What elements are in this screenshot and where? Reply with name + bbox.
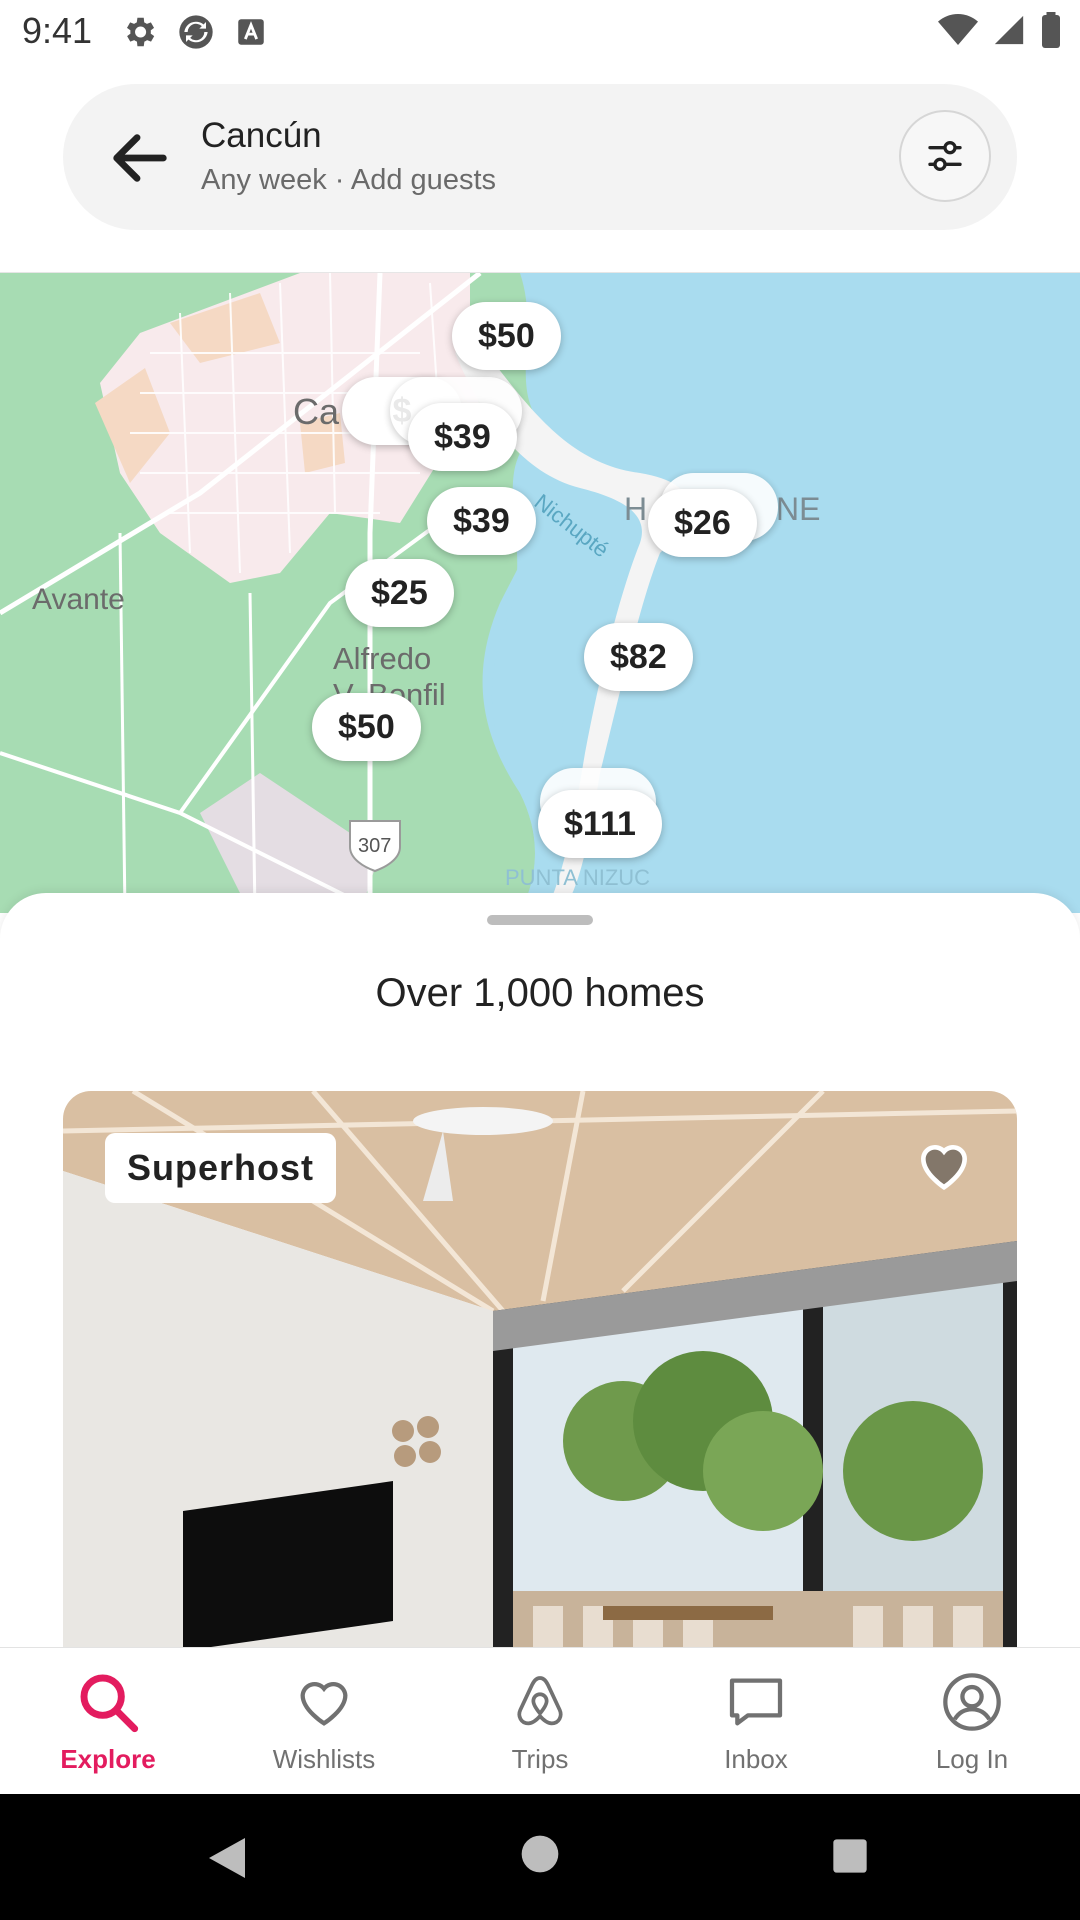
map-label-hotel-zone-right: NE (776, 491, 821, 527)
status-bar: 9:41 (0, 0, 1080, 62)
tab-label: Trips (511, 1744, 569, 1774)
search-icon (80, 1674, 139, 1733)
sheet-handle[interactable] (487, 915, 593, 925)
price-pin[interactable]: $82 (584, 623, 693, 691)
recents-nav-icon[interactable] (830, 1836, 870, 1876)
tab-log-in[interactable]: Log In (864, 1648, 1080, 1794)
map-label-alfredo: Alfredo (333, 641, 432, 676)
system-nav-bar (0, 1794, 1080, 1920)
status-icons-left (120, 12, 268, 52)
search-bar[interactable]: Cancún Any week · Add guests (63, 84, 1017, 230)
status-icons-right (938, 12, 1062, 48)
heart-icon (300, 1682, 348, 1726)
home-nav-icon[interactable] (520, 1834, 560, 1874)
tab-inbox[interactable]: Inbox (648, 1648, 864, 1794)
tab-label: Wishlists (272, 1744, 376, 1774)
search-details[interactable]: Any week · Add guests (201, 164, 496, 197)
filters-icon (928, 141, 962, 171)
map-label-city: Ca (293, 391, 340, 432)
map-label-hotel-zone-left: H (624, 491, 648, 527)
results-count: Over 1,000 homes (375, 971, 705, 1015)
tab-wishlists[interactable]: Wishlists (216, 1648, 432, 1794)
back-button[interactable] (105, 123, 175, 193)
price-pin[interactable]: $25 (345, 559, 454, 627)
price-pin[interactable]: $26 (648, 489, 757, 557)
map[interactable]: Ca Avante Alfredo V. Bonfil 307 PUNTA NI… (0, 273, 1080, 913)
sync-icon (179, 15, 213, 49)
wifi-icon (938, 14, 978, 45)
signal-icon (994, 15, 1024, 45)
tab-explore[interactable]: Explore (0, 1648, 216, 1794)
superhost-badge: Superhost (105, 1133, 337, 1203)
tab-label: Inbox (724, 1744, 788, 1774)
map-label-punta-nizuc: PUNTA NIZUC (505, 865, 651, 890)
status-time: 9:41 (22, 10, 93, 51)
bottom-tab-bar: Explore Wishlists Trips Inbox Log In (0, 1647, 1080, 1794)
map-label-highway: 307 (358, 835, 392, 857)
price-pin[interactable]: $50 (452, 302, 561, 370)
battery-icon (1042, 12, 1060, 48)
map-label-avante: Avante (32, 583, 125, 616)
favorite-button[interactable] (913, 1133, 975, 1195)
settings-icon (126, 17, 155, 47)
search-location[interactable]: Cancún (201, 116, 322, 156)
arrow-left-icon (113, 134, 167, 182)
heart-icon (921, 1144, 967, 1191)
filters-button[interactable] (899, 110, 991, 202)
airbnb-logo-icon (517, 1676, 563, 1726)
results-sheet[interactable]: Over 1,000 homes Superhost (0, 893, 1080, 1648)
font-icon (238, 19, 264, 45)
listing-photo[interactable]: Superhost (63, 1091, 1017, 1648)
price-pin[interactable]: $111 (538, 790, 662, 858)
price-pin[interactable]: $50 (312, 693, 421, 761)
tab-label: Explore (60, 1744, 156, 1774)
profile-icon (943, 1673, 1001, 1731)
price-pin[interactable]: $39 (408, 403, 517, 471)
price-pin[interactable]: $39 (427, 487, 536, 555)
search-header: Cancún Any week · Add guests (0, 62, 1080, 273)
tab-trips[interactable]: Trips (432, 1648, 648, 1794)
message-icon (729, 1678, 783, 1726)
tab-label: Log In (935, 1744, 1009, 1774)
back-nav-icon[interactable] (205, 1834, 249, 1882)
